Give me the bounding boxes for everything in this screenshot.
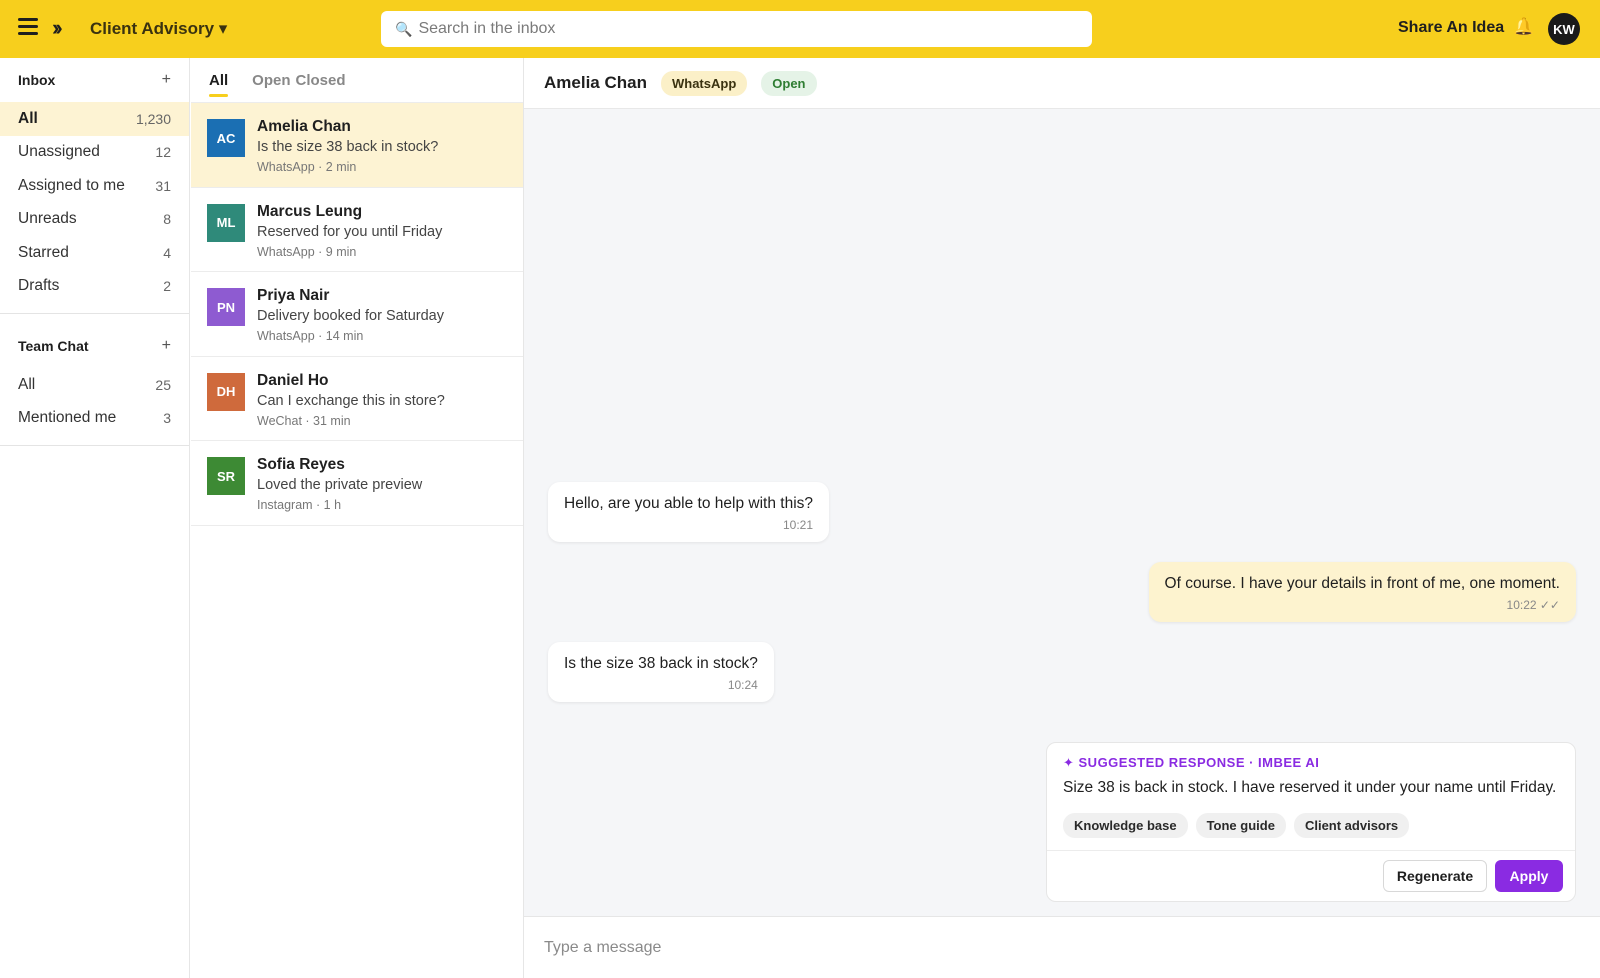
search-input[interactable] [418, 20, 1059, 38]
avatar: PN [207, 288, 245, 326]
sidebar-divider [0, 445, 189, 446]
sidebar-item-label: All [18, 375, 36, 393]
source-chip[interactable]: Knowledge base [1063, 813, 1188, 838]
conversation-item[interactable]: SR Sofia Reyes Loved the private preview… [191, 441, 523, 526]
conversation-item[interactable]: PN Priya Nair Delivery booked for Saturd… [191, 272, 523, 357]
conversation-name: Priya Nair [257, 287, 330, 304]
tab-all[interactable]: All [209, 58, 229, 103]
avatar: AC [207, 119, 245, 157]
conversation-preview: Can I exchange this in store? [257, 392, 445, 409]
workspace-selector[interactable]: Client Advisory ▾ [90, 19, 227, 39]
conversation-meta: Instagram · 1 h [257, 498, 342, 512]
sidebar-item-unassigned[interactable]: Unassigned 12 [0, 136, 189, 170]
conversation-tabs: All Open Closed [191, 58, 523, 103]
conversation-meta: WhatsApp · 14 min [257, 329, 364, 343]
sidebar-item-count: 2 [163, 278, 171, 295]
avatar[interactable]: KW [1548, 13, 1580, 45]
conversation-item[interactable]: AC Amelia Chan Is the size 38 back in st… [191, 103, 523, 188]
message-time: 10:22 ✓✓ [1506, 598, 1560, 612]
conversation-name: Amelia Chan [257, 118, 351, 135]
regenerate-button[interactable]: Regenerate [1383, 860, 1487, 892]
sidebar-item-label: All [18, 109, 38, 127]
conversation-name: Daniel Ho [257, 371, 329, 389]
status-badge[interactable]: Open [761, 70, 817, 96]
sidebar-item-drafts[interactable]: Drafts 2 [0, 270, 189, 304]
message-composer [524, 916, 1600, 978]
message-text: Of course. I have your details in front … [1164, 575, 1560, 592]
contact-name: Amelia Chan [544, 73, 647, 92]
sidebar-item-count: 31 [155, 177, 171, 194]
sidebar-item-mentioned-me[interactable]: Mentioned me 3 [0, 402, 189, 436]
tab-open[interactable]: Open [252, 58, 290, 103]
sidebar-item-starred[interactable]: Starred 4 [0, 236, 189, 270]
source-chip[interactable]: Tone guide [1195, 813, 1286, 838]
sidebar-item-label: Assigned to me [18, 176, 125, 194]
avatar: SR [207, 457, 245, 495]
suggestion-sources: Knowledge base Tone guide Client advisor… [1063, 813, 1417, 838]
conversation-item[interactable]: DH Daniel Ho Can I exchange this in stor… [191, 357, 523, 441]
message-time: 10:24 [727, 678, 758, 692]
menu-icon[interactable] [18, 18, 38, 36]
conversation-meta: WeChat · 31 min [257, 413, 351, 428]
sidebar-item-assigned-to-me[interactable]: Assigned to me 31 [0, 169, 189, 203]
message-incoming: Hello, are you able to help with this? 1… [548, 482, 830, 542]
search-bar[interactable]: 🔍 [381, 11, 1092, 47]
inbox-title: Inbox [18, 72, 56, 88]
sidebar-divider [0, 313, 189, 314]
search-icon: 🔍 [395, 20, 413, 37]
team-chat-title: Team Chat [18, 338, 89, 354]
sidebar-item-count: 12 [155, 144, 171, 161]
message-outgoing: Of course. I have your details in front … [1148, 562, 1576, 622]
avatar: DH [207, 372, 245, 411]
add-inbox-icon[interactable]: + [162, 71, 171, 89]
suggestion-text: Size 38 is back in stock. I have reserve… [1063, 779, 1557, 796]
channel-badge: WhatsApp [660, 70, 748, 96]
sidebar-item-count: 1,230 [135, 110, 171, 127]
sidebar-item-label: Drafts [18, 277, 60, 295]
tab-closed[interactable]: Closed [296, 58, 346, 103]
sidebar-item-unreads[interactable]: Unreads 8 [0, 203, 189, 237]
chat-header: Amelia Chan WhatsApp Open [524, 58, 1600, 109]
conversation-name: Marcus Leung [257, 202, 363, 220]
suggested-response-card: ✦ SUGGESTED RESPONSE · IMBEE AI Size 38 … [1046, 742, 1576, 902]
sidebar-item-count: 8 [163, 211, 171, 228]
sidebar-item-label: Mentioned me [18, 409, 117, 427]
avatar: ML [207, 203, 245, 242]
apply-button[interactable]: Apply [1495, 860, 1563, 892]
expand-icon[interactable]: ›› [52, 14, 62, 42]
conversation-item[interactable]: ML Marcus Leung Reserved for you until F… [191, 188, 523, 272]
message-input[interactable] [544, 938, 1544, 957]
add-team-chat-icon[interactable]: + [162, 337, 171, 355]
conversation-name: Sofia Reyes [257, 456, 345, 473]
inbox-section-header: Inbox + [0, 58, 189, 102]
message-incoming: Is the size 38 back in stock? 10:24 [548, 642, 774, 702]
conversation-preview: Delivery booked for Saturday [257, 308, 444, 324]
conversation-meta: WhatsApp · 9 min [257, 244, 357, 259]
sidebar-item-count: 25 [155, 376, 171, 393]
share-idea-link[interactable]: Share An Idea [1398, 19, 1504, 37]
sidebar-item-label: Unreads [18, 210, 77, 228]
sidebar-item-count: 4 [163, 244, 171, 261]
message-time: 10:21 [782, 518, 814, 532]
message-text: Is the size 38 back in stock? [564, 655, 758, 672]
message-text: Hello, are you able to help with this? [564, 495, 814, 512]
sidebar-item-label: Unassigned [18, 143, 100, 161]
sidebar-item-count: 3 [163, 410, 171, 427]
bell-icon[interactable]: 🔔 [1513, 17, 1534, 37]
chat-panel: Amelia Chan WhatsApp Open Hello, are you… [524, 58, 1600, 978]
sidebar-item-label: Starred [18, 243, 69, 261]
conversation-preview: Is the size 38 back in stock? [257, 139, 439, 155]
sidebar-item-all[interactable]: All 1,230 [0, 102, 189, 136]
top-bar: ›› Client Advisory ▾ 🔍 Share An Idea 🔔 K… [0, 0, 1600, 58]
suggestion-divider [1047, 850, 1575, 851]
conversation-preview: Loved the private preview [257, 477, 423, 493]
source-chip[interactable]: Client advisors [1293, 813, 1410, 838]
sidebar-item-team-all[interactable]: All 25 [0, 368, 189, 402]
suggestion-label: ✦ SUGGESTED RESPONSE · IMBEE AI [1063, 755, 1320, 770]
conversation-meta: WhatsApp · 2 min [257, 160, 357, 174]
team-chat-section-header: Team Chat + [0, 324, 189, 368]
conversation-preview: Reserved for you until Friday [257, 223, 443, 240]
conversation-list: All Open Closed AC Amelia Chan Is the si… [191, 58, 524, 978]
sidebar: Inbox + All 1,230 Unassigned 12 Assigned… [0, 58, 190, 978]
